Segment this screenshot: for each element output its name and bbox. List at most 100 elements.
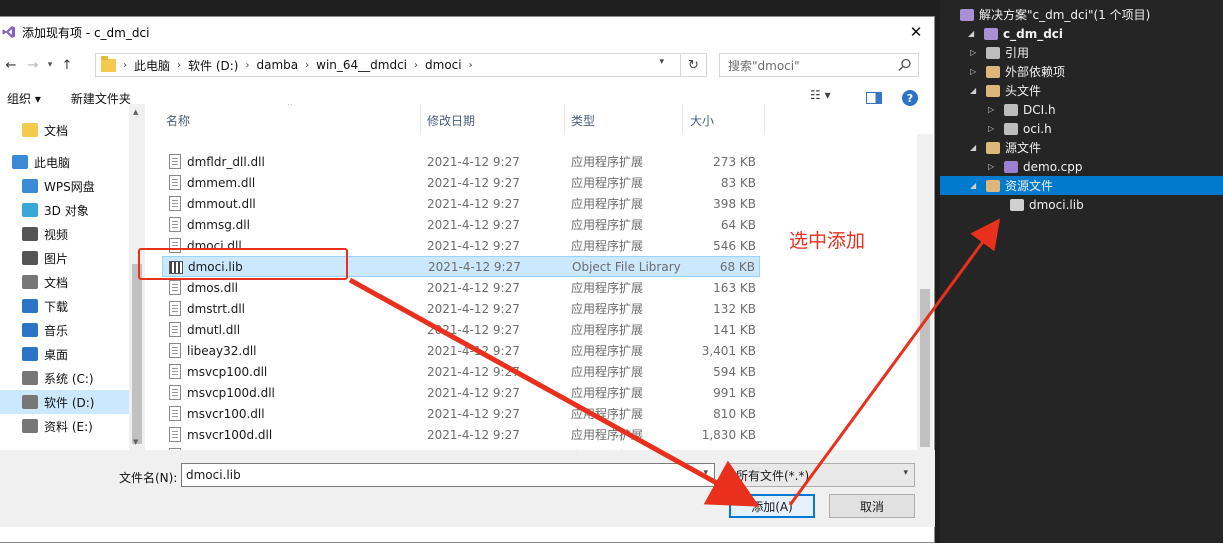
address-bar[interactable]: › 此电脑 › 软件 (D:) › damba › win_64__dmdci …	[95, 53, 707, 77]
expand-icon[interactable]: ▷	[970, 67, 980, 76]
solution-explorer-item[interactable]: ▷ DCI.h	[988, 100, 1056, 119]
scrollbar-thumb[interactable]	[132, 264, 142, 444]
search-input[interactable]: 搜索"dmoci"	[719, 53, 919, 77]
sidebar-item[interactable]: 资料 (E:)	[0, 414, 129, 438]
file-type: 应用程序扩展	[571, 155, 644, 169]
sidebar-item-label: 系统 (C:)	[44, 371, 94, 386]
view-options-button[interactable]: ☷ ▾	[810, 88, 831, 102]
column-divider[interactable]	[764, 104, 765, 134]
file-row[interactable]: msvcr100d.dll 2021-4-12 9:27 应用程序扩展 1,830 K…	[162, 424, 760, 445]
sidebar-item[interactable]: 桌面	[0, 342, 129, 366]
close-button[interactable]: ✕	[904, 21, 928, 43]
breadcrumb-item[interactable]: damba	[256, 58, 298, 72]
solution-explorer-item[interactable]: ▷ demo.cpp	[988, 157, 1082, 176]
expand-icon[interactable]: ▷	[988, 162, 998, 171]
chevron-down-icon[interactable]: ▾	[703, 468, 708, 478]
column-size[interactable]: 大小	[690, 112, 714, 129]
column-divider[interactable]	[682, 104, 683, 134]
sidebar-item[interactable]: 3D 对象	[0, 198, 129, 222]
scroll-down-icon[interactable]: ▼	[133, 438, 138, 446]
document-icon	[22, 275, 38, 289]
solution-explorer-item[interactable]: dmoci.lib	[1004, 195, 1084, 214]
forward-button[interactable]: →	[22, 54, 44, 76]
sidebar-item[interactable]: 视频	[0, 222, 129, 246]
file-row[interactable]: dmmem.dll 2021-4-12 9:27 应用程序扩展 83 KB	[162, 172, 760, 193]
up-button[interactable]: ↑	[56, 54, 78, 76]
collapse-icon[interactable]: ◢	[970, 143, 980, 152]
column-divider[interactable]	[420, 104, 421, 134]
filename-input[interactable]: dmoci.lib ▾	[181, 463, 715, 487]
sidebar-item[interactable]: 软件 (D:)	[0, 390, 129, 414]
sidebar-item[interactable]: 文档	[0, 118, 129, 142]
solution-explorer-label: 源文件	[1005, 141, 1042, 155]
sidebar-item[interactable]: 图片	[0, 246, 129, 270]
expand-icon[interactable]: ▷	[988, 105, 998, 114]
collapse-icon[interactable]: ◢	[968, 29, 978, 38]
collapse-icon[interactable]: ◢	[970, 181, 980, 190]
new-folder-button[interactable]: 新建文件夹	[71, 90, 131, 107]
file-size: 132 KB	[713, 301, 756, 316]
solution-explorer-item[interactable]: ▷ 外部依赖项	[970, 62, 1065, 81]
address-dropdown-icon[interactable]: ▾	[659, 57, 664, 67]
column-divider[interactable]	[564, 104, 565, 134]
add-button[interactable]: 添加(A)	[729, 494, 815, 518]
refresh-icon: ↻	[688, 57, 699, 73]
sidebar-item[interactable]: 文档	[0, 270, 129, 294]
file-row[interactable]: dmstrt.dll 2021-4-12 9:27 应用程序扩展 132 KB	[162, 298, 760, 319]
back-button[interactable]: ←	[0, 54, 22, 76]
file-row[interactable]: dmutl.dll 2021-4-12 9:27 应用程序扩展 141 KB	[162, 319, 760, 340]
scrollbar-thumb[interactable]	[920, 289, 930, 447]
folder-icon	[986, 141, 1000, 154]
solution-explorer-item[interactable]: ◢ 资源文件	[940, 176, 1223, 195]
refresh-button[interactable]: ↻	[680, 53, 706, 77]
preview-pane-button[interactable]	[866, 92, 882, 104]
solution-explorer-item[interactable]: ▷ 引用	[970, 43, 1029, 62]
cancel-button[interactable]: 取消	[829, 494, 915, 518]
file-name: dmmout.dll	[187, 196, 256, 211]
sidebar-item[interactable]: 音乐	[0, 318, 129, 342]
folder-icon	[101, 55, 116, 72]
sidebar-item-label: 下载	[44, 299, 69, 314]
solution-explorer-item[interactable]: ▷ oci.h	[988, 119, 1052, 138]
column-name[interactable]: 名称	[166, 112, 190, 129]
sidebar-item[interactable]: WPS网盘	[0, 174, 129, 198]
breadcrumb-item[interactable]: 软件 (D:)	[188, 57, 238, 74]
sidebar-item[interactable]: 此电脑	[0, 150, 129, 174]
breadcrumb-item[interactable]: dmoci	[425, 58, 462, 72]
file-row[interactable]: dmmsg.dll 2021-4-12 9:27 应用程序扩展 64 KB	[162, 214, 760, 235]
solution-explorer-item[interactable]: ◢ 头文件	[970, 81, 1041, 100]
file-row[interactable]: dmos.dll 2021-4-12 9:27 应用程序扩展 163 KB	[162, 277, 760, 298]
filetype-select[interactable]: 所有文件(*.*) ▾	[727, 463, 915, 487]
expand-icon[interactable]: ▷	[970, 48, 980, 57]
folder-icon	[986, 84, 1000, 97]
solution-explorer-item[interactable]: ◢ c_dm_dci	[968, 24, 1063, 43]
file-row[interactable]: msvcp100d.dll 2021-4-12 9:27 应用程序扩展 991 KB	[162, 382, 760, 403]
scroll-up-icon[interactable]: ▲	[133, 108, 138, 116]
file-row[interactable]: msvcr100.dll 2021-4-12 9:27 应用程序扩展 810 KB	[162, 403, 760, 424]
solution-explorer-item[interactable]: 解决方案"c_dm_dci"(1 个项目)	[954, 5, 1150, 24]
help-icon: ?	[906, 91, 914, 105]
breadcrumb-item[interactable]: 此电脑	[134, 57, 170, 74]
collapse-icon[interactable]: ◢	[970, 86, 980, 95]
solution-explorer-item[interactable]: ◢ 源文件	[970, 138, 1041, 157]
recent-locations-button[interactable]: ▾	[44, 54, 56, 76]
file-type: 应用程序扩展	[571, 176, 644, 190]
file-list-scrollbar[interactable]	[917, 134, 933, 450]
organize-menu[interactable]: 组织 ▾	[7, 90, 41, 107]
file-size: 68 KB	[719, 259, 755, 274]
column-type[interactable]: 类型	[571, 112, 595, 129]
file-name: dmstrt.dll	[187, 301, 246, 316]
project-icon	[984, 27, 998, 40]
file-row[interactable]: dmfldr_dll.dll 2021-4-12 9:27 应用程序扩展 273 KB	[162, 151, 760, 172]
sidebar-item[interactable]: 下载	[0, 294, 129, 318]
file-name: dmfldr_dll.dll	[187, 154, 265, 169]
sidebar-item-label: 图片	[44, 251, 69, 266]
file-row[interactable]: libeay32.dll 2021-4-12 9:27 应用程序扩展 3,401 KB	[162, 340, 760, 361]
column-date[interactable]: 修改日期	[427, 112, 475, 129]
file-date: 2021-4-12 9:27	[427, 406, 520, 421]
breadcrumb-item[interactable]: win_64__dmdci	[316, 58, 407, 72]
file-row[interactable]: dmmout.dll 2021-4-12 9:27 应用程序扩展 398 KB	[162, 193, 760, 214]
sidebar-item[interactable]: 系统 (C:)	[0, 366, 129, 390]
file-row[interactable]: msvcp100.dll 2021-4-12 9:27 应用程序扩展 594 KB	[162, 361, 760, 382]
expand-icon[interactable]: ▷	[988, 124, 998, 133]
